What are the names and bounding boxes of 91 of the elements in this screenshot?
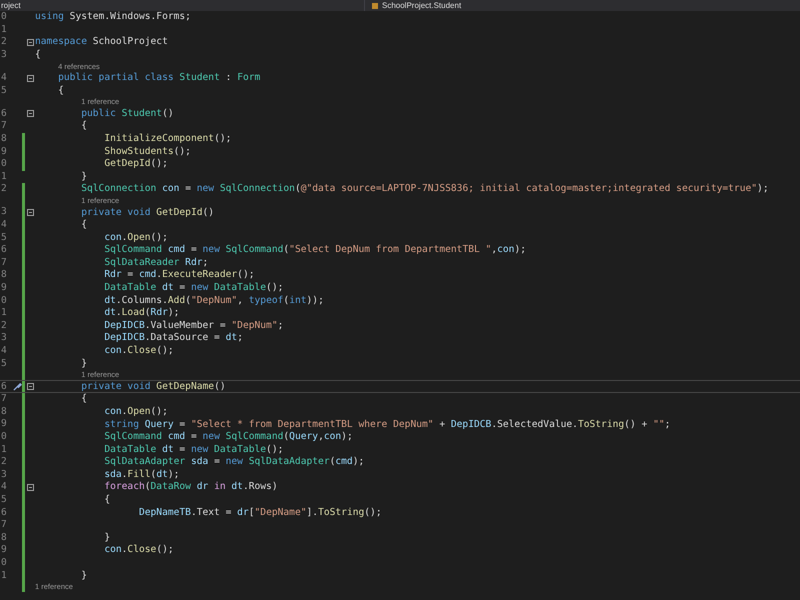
code-line: } — [81, 170, 87, 183]
collapse-icon[interactable] — [27, 383, 34, 390]
class-icon — [371, 2, 379, 10]
line-number: 3 — [0, 468, 7, 482]
code-line: con.Close(); — [104, 544, 174, 556]
code-line: private void GetDepName() — [81, 380, 226, 393]
code-line: } — [81, 570, 87, 582]
code-line: con.Open(); — [104, 232, 168, 244]
code-line: GetDepId(); — [104, 158, 168, 170]
code-line: } — [81, 358, 87, 370]
code-line: { — [58, 84, 64, 97]
code-line: { — [104, 494, 110, 506]
code-line: SqlDataAdapter sda = new SqlDataAdapter(cmd); — [104, 456, 364, 468]
line-number: 1 — [0, 22, 7, 37]
collapse-icon[interactable] — [27, 209, 34, 216]
line-number: 1 — [0, 568, 7, 583]
code-line: namespace SchoolProject — [35, 36, 168, 48]
code-line: DepNameTB.Text = dr["DepName"].ToString(); — [138, 506, 382, 519]
line-number: 0 — [0, 294, 7, 308]
code-line: SqlDataReader Rdr; — [104, 256, 208, 269]
code-line: { — [81, 393, 87, 406]
code-line: DepIDCB.ValueMember = "DepNum"; — [104, 320, 284, 332]
collapse-icon[interactable] — [27, 484, 34, 491]
line-number: 9 — [0, 280, 7, 295]
code-line: InitializeComponent(); — [104, 133, 232, 146]
line-number: 4 — [0, 71, 7, 86]
line-number: 2 — [0, 318, 7, 333]
code-line: Rdr = cmd.ExecuteReader(); — [104, 269, 254, 282]
code-line: } — [104, 532, 110, 544]
line-number: 4 — [0, 218, 7, 232]
line-number: 6 — [0, 243, 7, 258]
line-number: 2 — [0, 182, 7, 196]
line-number: 8 — [0, 268, 7, 282]
line-number: 5 — [0, 84, 7, 98]
line-number: 7 — [0, 256, 7, 270]
line-number: 5 — [0, 492, 7, 507]
line-number: 1 — [0, 442, 7, 457]
line-number: 0 — [0, 157, 7, 172]
line-number: 4 — [0, 344, 7, 358]
line-number: 1 — [0, 170, 7, 184]
line-number: 9 — [0, 543, 7, 558]
line-number: 8 — [0, 530, 7, 545]
code-line: foreach(DataRow dr in dt.Rows) — [104, 481, 278, 494]
code-line: DepIDCB.DataSource = dt; — [104, 332, 243, 344]
code-line: { — [35, 49, 41, 62]
line-number: 0 — [0, 430, 7, 444]
line-number: 2 — [0, 455, 7, 470]
code-line: dt.Columns.Add("DepNum", typeof(int)); — [104, 294, 324, 307]
code-line: dt.Load(Rdr); — [104, 307, 180, 320]
line-number: 1 — [0, 306, 7, 320]
code-line: SqlConnection con = new SqlConnection(@"data source=LAPTOP-7NJSS836; initial catalog=master;integrated security=true"); — [81, 183, 769, 196]
line-number: 4 — [0, 480, 7, 494]
code-line: { — [81, 120, 87, 132]
code-line: sda.Fill(dt); — [104, 468, 180, 481]
line-number: 5 — [0, 230, 7, 245]
line-number: 0 — [0, 10, 7, 24]
code-line: DataTable dt = new DataTable(); — [104, 282, 284, 294]
code-line: using System.Windows.Forms; — [35, 11, 191, 24]
line-number: 0 — [0, 556, 7, 570]
code-line: ShowStudents(); — [104, 146, 191, 158]
line-number: 8 — [0, 132, 7, 146]
line-number: 2 — [0, 35, 7, 50]
screwdriver-icon[interactable] — [12, 382, 22, 392]
project-dropdown[interactable]: roject — [0, 0, 21, 10]
line-number: 3 — [0, 48, 7, 62]
code-line: SqlCommand cmd = new SqlCommand(Query,con); — [104, 431, 353, 444]
code-line: SqlCommand cmd = new SqlCommand("Select DepNum from DepartmentTBL ",con); — [104, 244, 526, 256]
code-line: private void GetDepId() — [81, 206, 214, 219]
line-number: 7 — [0, 518, 7, 532]
line-number: 5 — [0, 356, 7, 371]
code-line: public Student() — [81, 108, 174, 120]
collapse-icon[interactable] — [27, 74, 34, 82]
scope-dropdown[interactable]: SchoolProject.Student — [382, 0, 462, 10]
line-number: 7 — [0, 392, 7, 406]
code-line: public partial class Student : Form — [58, 72, 260, 84]
code-line: string Query = "Select * from DepartmentTBL where DepNum" + DepIDCB.SelectedValue.ToString() + ""; — [104, 418, 670, 431]
code-line: DataTable dt = new DataTable(); — [104, 444, 284, 456]
line-number: 7 — [0, 119, 7, 134]
line-number: 3 — [0, 331, 7, 346]
line-number: 6 — [0, 106, 7, 121]
code-line: con.Close(); — [104, 345, 174, 358]
code-line: { — [81, 219, 87, 232]
collapse-icon[interactable] — [27, 38, 34, 46]
code-line: con.Open(); — [104, 406, 168, 418]
line-number: 9 — [0, 144, 7, 159]
line-number: 6 — [0, 506, 7, 520]
line-number: 6 — [0, 380, 7, 394]
line-number: 8 — [0, 404, 7, 419]
line-number: 3 — [0, 205, 7, 220]
collapse-icon[interactable] — [27, 110, 34, 118]
line-number: 9 — [0, 417, 7, 432]
